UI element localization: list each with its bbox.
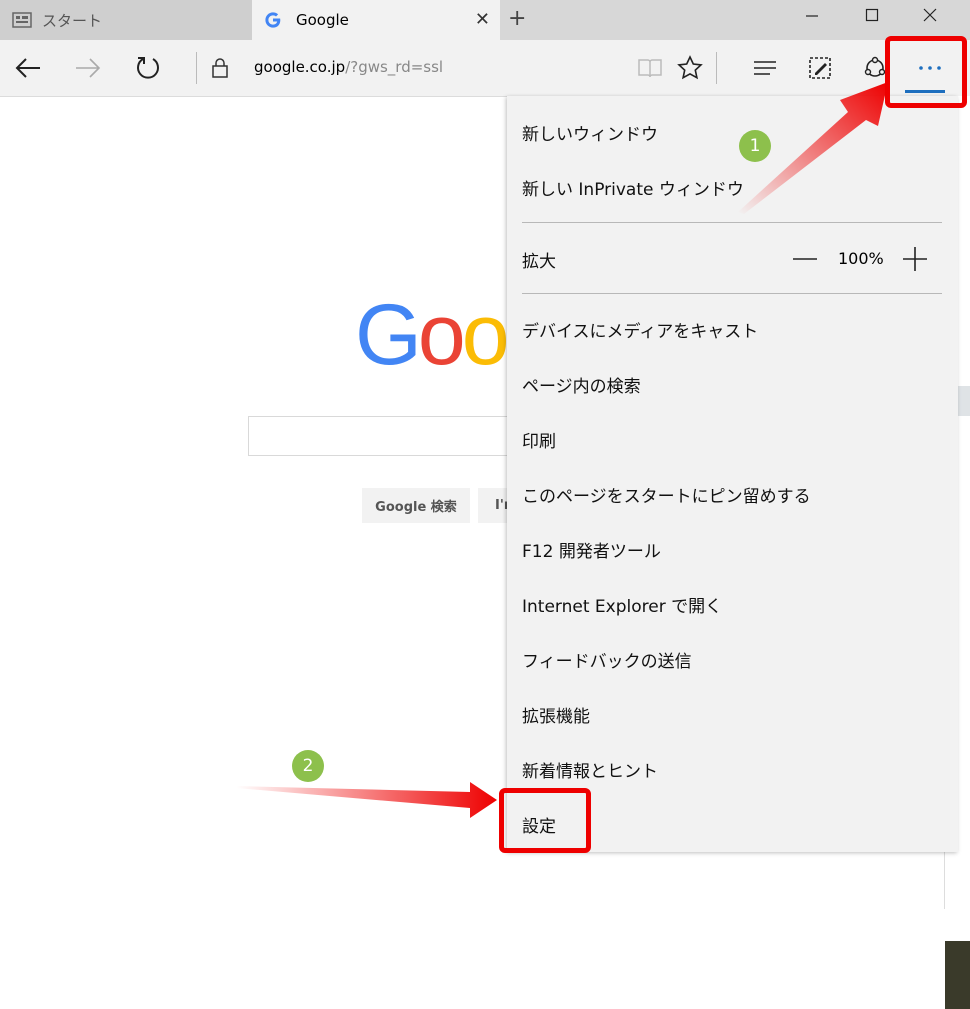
step-badge-1: 1 [739, 130, 771, 162]
highlight-settings [499, 788, 591, 853]
arrow-to-settings [236, 782, 497, 818]
annotation-arrows [236, 82, 888, 818]
step-badge-2: 2 [292, 750, 324, 782]
highlight-more-actions [885, 36, 967, 108]
side-image [945, 941, 970, 1009]
